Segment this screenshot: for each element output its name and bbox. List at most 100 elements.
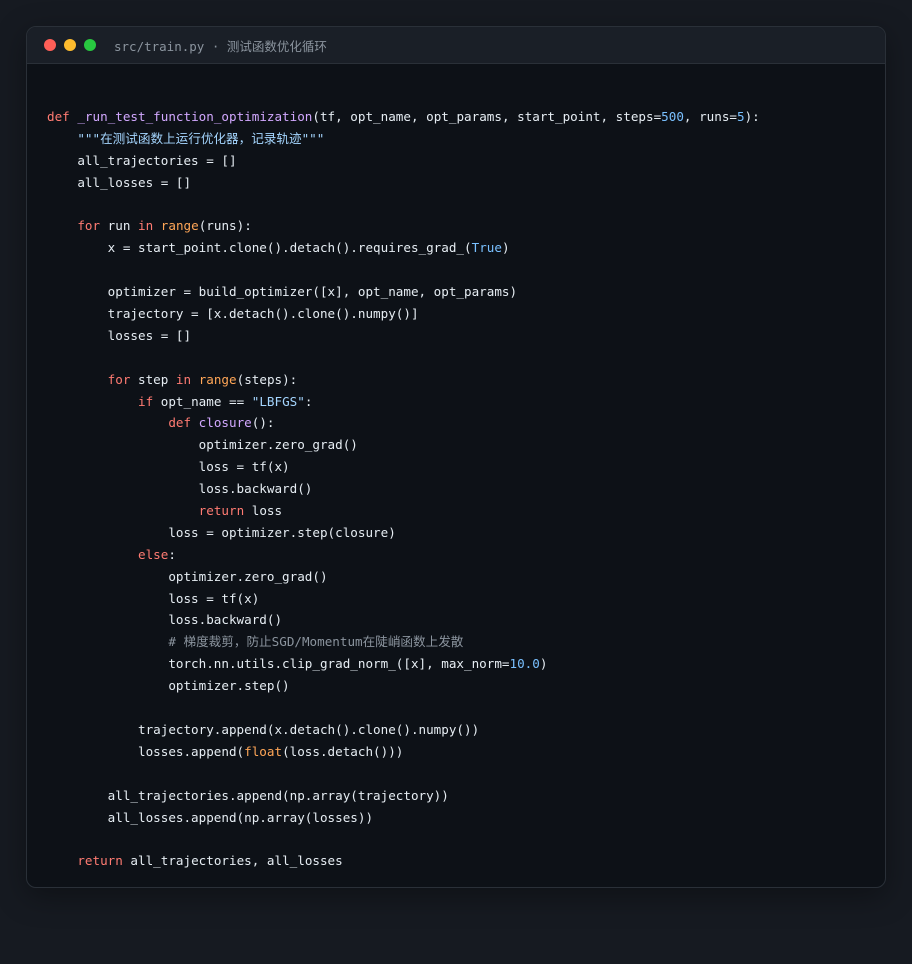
code-token: 500: [661, 109, 684, 124]
code-token: optimizer.zero_grad(): [47, 437, 358, 453]
code-line: loss = optimizer.step(closure): [47, 522, 760, 544]
code-token: loss = tf(x): [47, 459, 290, 475]
code-line: for run in range(runs):: [47, 215, 760, 237]
code-token: loss = optimizer.step(closure): [47, 524, 396, 540]
code-token: in: [138, 218, 154, 234]
code-token: True: [471, 240, 502, 256]
code-line: optimizer.zero_grad(): [47, 566, 760, 588]
code-token: losses = []: [47, 327, 192, 343]
code-line: all_losses.append(np.array(losses)): [47, 807, 760, 829]
code-token: loss: [244, 503, 283, 519]
code-line: all_trajectories = []: [47, 150, 760, 172]
code-token: trajectory = [x.detach().clone().numpy()…: [47, 306, 419, 322]
code-line: """在测试函数上运行优化器，记录轨迹""": [47, 128, 760, 150]
code-token: all_losses.append(np.array(losses)): [47, 809, 374, 825]
code-line: if opt_name == "LBFGS":: [47, 391, 760, 413]
code-token: all_trajectories.append(np.array(traject…: [47, 787, 449, 803]
code-token: 10.0: [509, 656, 540, 672]
maximize-window-dot-icon[interactable]: [84, 39, 96, 51]
close-window-dot-icon[interactable]: [44, 39, 56, 51]
code-token: ():: [251, 415, 275, 431]
code-window: src/train.py · 测试函数优化循环 def _run_test_fu…: [26, 26, 886, 888]
code-token: all_trajectories = []: [47, 152, 237, 168]
code-token: torch.nn.utils.clip_grad_norm_([x], max_…: [47, 656, 510, 672]
code-token: ): [539, 656, 548, 672]
code-token: optimizer.zero_grad(): [47, 568, 328, 584]
code-line: optimizer.zero_grad(): [47, 434, 760, 456]
code-token: , runs=: [683, 109, 737, 124]
code-token: ): [501, 240, 510, 256]
code-token: (runs):: [198, 218, 252, 234]
code-token: for: [107, 371, 131, 387]
code-token: trajectory.append(x.detach().clone().num…: [47, 721, 480, 737]
window-title: src/train.py · 测试函数优化循环: [114, 38, 327, 54]
minimize-window-dot-icon[interactable]: [64, 39, 76, 51]
code-token: optimizer.step(): [47, 678, 290, 694]
code-line: def closure():: [47, 412, 760, 434]
code-token: return: [198, 503, 245, 519]
code-token: "LBFGS": [251, 393, 305, 409]
code-token: 5: [737, 109, 745, 124]
code-line: loss = tf(x): [47, 456, 760, 478]
code-line: return all_trajectories, all_losses: [47, 850, 760, 872]
code-token: x = start_point.clone().detach().require…: [47, 240, 472, 256]
code-token: closure: [198, 415, 252, 431]
code-token: opt_name ==: [153, 393, 252, 409]
code-token: float: [244, 743, 283, 759]
code-block[interactable]: def _run_test_function_optimization(tf, …: [47, 106, 760, 872]
code-token: range: [160, 218, 199, 234]
code-token: (loss.detach())): [282, 743, 404, 759]
code-token: # 梯度裁剪，防止SGD/Momentum在陡峭函数上发散: [168, 634, 464, 650]
code-token: all_trajectories, all_losses: [122, 853, 343, 869]
code-line: loss.backward(): [47, 478, 760, 500]
code-line: # 梯度裁剪，防止SGD/Momentum在陡峭函数上发散: [47, 631, 760, 653]
code-line: trajectory = [x.detach().clone().numpy()…: [47, 303, 760, 325]
code-line: all_losses = []: [47, 172, 760, 194]
code-line: def _run_test_function_optimization(tf, …: [47, 106, 760, 128]
code-line: loss.backward(): [47, 609, 760, 631]
code-line: return loss: [47, 500, 760, 522]
code-token: (tf, opt_name, opt_params, start_point, …: [312, 109, 662, 124]
code-token: step: [130, 371, 176, 387]
code-token: run: [100, 218, 139, 234]
code-line: loss = tf(x): [47, 588, 760, 610]
code-token: in: [175, 371, 192, 387]
code-line: x = start_point.clone().detach().require…: [47, 237, 760, 259]
code-token: return: [77, 853, 123, 869]
code-token: else: [138, 546, 169, 562]
code-token: (steps):: [236, 371, 298, 387]
code-token: :: [168, 546, 176, 562]
code-token: if: [138, 393, 154, 409]
code-line: else:: [47, 544, 760, 566]
code-line: all_trajectories.append(np.array(traject…: [47, 785, 760, 807]
code-line: for step in range(steps):: [47, 369, 760, 391]
code-token: optimizer = build_optimizer([x], opt_nam…: [47, 284, 518, 300]
code-token: loss = tf(x): [47, 590, 260, 606]
code-token: loss.backward(): [47, 612, 283, 628]
code-line: losses = []: [47, 325, 760, 347]
title-bar: src/train.py · 测试函数优化循环: [27, 27, 885, 64]
code-token: def: [168, 415, 192, 431]
code-line: optimizer.step(): [47, 675, 760, 697]
code-token: all_losses = []: [47, 174, 192, 190]
code-token: loss.backward(): [47, 481, 313, 497]
code-token: def: [47, 109, 70, 124]
